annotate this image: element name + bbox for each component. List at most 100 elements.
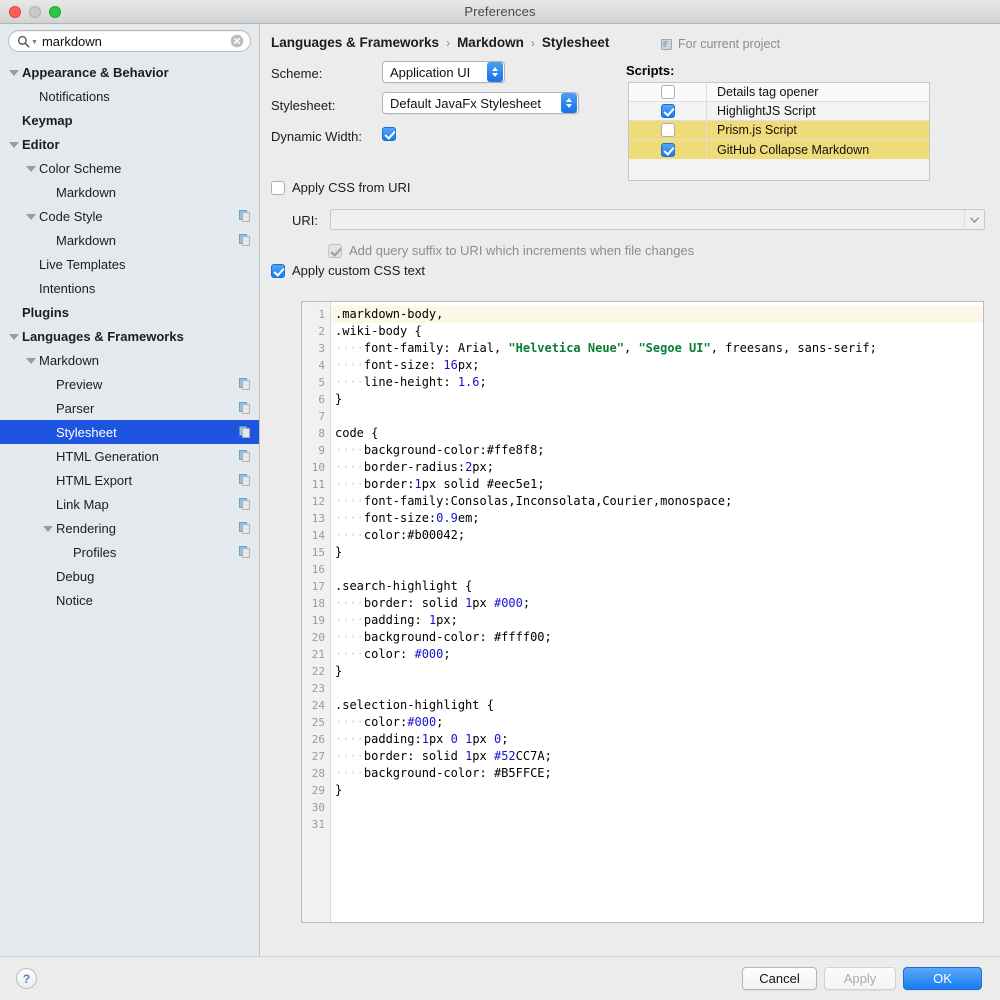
editor-line[interactable]: ····background-color: #B5FFCE; <box>331 765 983 782</box>
editor-line[interactable] <box>331 561 983 578</box>
editor-line[interactable]: ····font-family: Arial, "Helvetica Neue"… <box>331 340 983 357</box>
script-enabled-checkbox[interactable] <box>660 142 675 157</box>
editor-line[interactable]: code { <box>331 425 983 442</box>
editor-code-area[interactable]: .markdown-body, .wiki-body {····font-fami… <box>331 302 983 922</box>
apply-custom-css-row[interactable]: Apply custom CSS text <box>271 263 425 278</box>
minimize-window-button[interactable] <box>29 5 41 18</box>
help-button[interactable]: ? <box>16 968 37 989</box>
editor-line[interactable]: ····font-size:0.9em; <box>331 510 983 527</box>
editor-line[interactable]: ····border-radius:2px; <box>331 459 983 476</box>
sidebar-item-rendering[interactable]: Rendering <box>0 516 259 540</box>
editor-line[interactable]: ····font-family:Consolas,Inconsolata,Cou… <box>331 493 983 510</box>
editor-line[interactable]: ····color: #000; <box>331 646 983 663</box>
script-checkbox-cell[interactable] <box>629 140 707 159</box>
chevron-down-icon[interactable] <box>42 523 53 534</box>
editor-line[interactable]: } <box>331 544 983 561</box>
clear-search-icon[interactable] <box>230 34 244 48</box>
sidebar-item-editor[interactable]: Editor <box>0 132 259 156</box>
editor-line[interactable]: .search-highlight { <box>331 578 983 595</box>
editor-line[interactable] <box>331 408 983 425</box>
scheme-select[interactable]: Application UI <box>382 61 505 83</box>
script-checkbox-cell[interactable] <box>629 102 707 120</box>
editor-line[interactable]: } <box>331 663 983 680</box>
editor-line[interactable]: ····color:#000; <box>331 714 983 731</box>
breadcrumb-item[interactable]: Languages & Frameworks <box>271 35 439 50</box>
css-text-editor[interactable]: 1 2 3 4 5 6 7 8 9 10 11 12 13 14 15 16 17 18 19 20 21 22 23 24 2… <box>301 301 984 923</box>
scripts-table-row[interactable]: Details tag opener <box>629 83 929 102</box>
chevron-down-icon[interactable] <box>8 139 19 150</box>
sidebar-item-link-map[interactable]: Link Map <box>0 492 259 516</box>
apply-custom-css-checkbox[interactable] <box>271 263 285 278</box>
close-window-button[interactable] <box>9 5 21 18</box>
uri-chevron-down-icon[interactable] <box>964 210 984 229</box>
editor-line[interactable]: ····border: solid 1px #52CC7A; <box>331 748 983 765</box>
editor-line[interactable]: .selection-highlight { <box>331 697 983 714</box>
editor-line[interactable]: ····border: solid 1px #000; <box>331 595 983 612</box>
cancel-button[interactable]: Cancel <box>742 967 817 990</box>
breadcrumb-item[interactable]: Markdown <box>457 35 524 50</box>
editor-line[interactable]: ····padding: 1px; <box>331 612 983 629</box>
editor-line[interactable] <box>331 799 983 816</box>
ok-button[interactable]: OK <box>903 967 982 990</box>
sidebar-item-notifications[interactable]: Notifications <box>0 84 259 108</box>
script-enabled-checkbox[interactable] <box>660 104 675 118</box>
apply-css-uri-row[interactable]: Apply CSS from URI <box>271 180 410 195</box>
scripts-table-row[interactable]: GitHub Collapse Markdown <box>629 140 929 159</box>
editor-line[interactable] <box>331 680 983 697</box>
editor-line[interactable]: ····background-color: #ffff00; <box>331 629 983 646</box>
scripts-table-row[interactable]: HighlightJS Script <box>629 102 929 121</box>
apply-css-from-uri-checkbox[interactable] <box>271 180 285 195</box>
editor-line[interactable]: ····padding:1px 0 1px 0; <box>331 731 983 748</box>
chevron-down-icon[interactable] <box>8 67 19 78</box>
editor-line[interactable]: ····line-height: 1.6; <box>331 374 983 391</box>
sidebar-item-code-style[interactable]: Code Style <box>0 204 259 228</box>
stylesheet-stepper-icon[interactable] <box>561 93 577 113</box>
sidebar-item-parser[interactable]: Parser <box>0 396 259 420</box>
script-checkbox-cell[interactable] <box>629 83 707 101</box>
sidebar-item-live-templates[interactable]: Live Templates <box>0 252 259 276</box>
chevron-down-icon[interactable] <box>25 355 36 366</box>
sidebar-item-markdown[interactable]: Markdown <box>0 228 259 252</box>
editor-line[interactable]: ····color:#b00042; <box>331 527 983 544</box>
search-input[interactable]: ▼ markdown <box>8 30 251 52</box>
sidebar-item-stylesheet[interactable]: Stylesheet <box>0 420 259 444</box>
sidebar-item-appearance-behavior[interactable]: Appearance & Behavior <box>0 60 259 84</box>
breadcrumb-item[interactable]: Stylesheet <box>542 35 610 50</box>
search-scope-chevron-icon[interactable]: ▼ <box>31 39 38 46</box>
scripts-table-row[interactable]: Prism.js Script <box>629 121 929 140</box>
sidebar-item-profiles[interactable]: Profiles <box>0 540 259 564</box>
script-enabled-checkbox[interactable] <box>660 85 675 99</box>
sidebar-item-markdown[interactable]: Markdown <box>0 180 259 204</box>
sidebar-item-keymap[interactable]: Keymap <box>0 108 259 132</box>
editor-line[interactable]: ····font-size: 16px; <box>331 357 983 374</box>
sidebar-item-html-generation[interactable]: HTML Generation <box>0 444 259 468</box>
editor-line[interactable]: } <box>331 391 983 408</box>
dynamic-width-checkbox-row[interactable] <box>382 127 396 141</box>
sidebar-item-preview[interactable]: Preview <box>0 372 259 396</box>
editor-line[interactable]: .wiki-body { <box>331 323 983 340</box>
script-enabled-checkbox[interactable] <box>660 123 675 137</box>
sidebar-item-intentions[interactable]: Intentions <box>0 276 259 300</box>
uri-input[interactable] <box>330 209 985 230</box>
sidebar-item-plugins[interactable]: Plugins <box>0 300 259 324</box>
sidebar-item-languages-frameworks[interactable]: Languages & Frameworks <box>0 324 259 348</box>
maximize-window-button[interactable] <box>49 5 61 18</box>
dynamic-width-checkbox[interactable] <box>382 127 396 141</box>
apply-button[interactable]: Apply <box>824 967 896 990</box>
editor-line[interactable]: } <box>331 782 983 799</box>
editor-line[interactable]: ····background-color:#ffe8f8; <box>331 442 983 459</box>
editor-line[interactable] <box>331 816 983 833</box>
sidebar-item-debug[interactable]: Debug <box>0 564 259 588</box>
editor-line[interactable]: .markdown-body, <box>331 306 983 323</box>
scripts-table[interactable]: Details tag opener HighlightJS Script Pris… <box>628 82 930 181</box>
sidebar-item-color-scheme[interactable]: Color Scheme <box>0 156 259 180</box>
script-checkbox-cell[interactable] <box>629 121 707 139</box>
sidebar-item-markdown[interactable]: Markdown <box>0 348 259 372</box>
editor-line[interactable]: ····border:1px solid #eec5e1; <box>331 476 983 493</box>
stylesheet-select[interactable]: Default JavaFx Stylesheet <box>382 92 579 114</box>
chevron-down-icon[interactable] <box>8 331 19 342</box>
scheme-stepper-icon[interactable] <box>487 62 503 82</box>
sidebar-item-html-export[interactable]: HTML Export <box>0 468 259 492</box>
chevron-down-icon[interactable] <box>25 211 36 222</box>
sidebar-item-notice[interactable]: Notice <box>0 588 259 612</box>
